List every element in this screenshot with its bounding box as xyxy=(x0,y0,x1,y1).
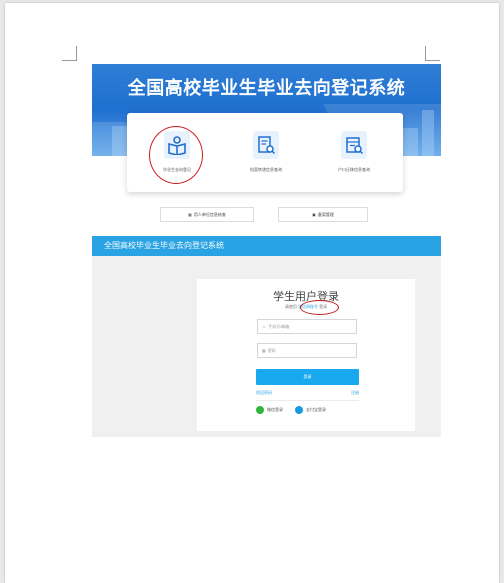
service-archive-query[interactable]: 档案转递信息查询 xyxy=(226,131,306,173)
archive-icon: ▣ xyxy=(312,212,316,217)
hero-title: 全国高校毕业生毕业去向登记系统 xyxy=(127,78,406,98)
divider xyxy=(256,400,359,401)
service-label: 户口迁移信息查询 xyxy=(338,167,370,172)
annotation-oval xyxy=(300,300,339,315)
mini-button-label: 用人单位信息核查 xyxy=(193,211,226,217)
alipay-login-button[interactable]: 支付宝登录 xyxy=(295,406,326,414)
mini-button-label: 备案管理 xyxy=(317,211,334,217)
username-field[interactable]: ☺ 手机号/邮箱 xyxy=(257,319,357,334)
wechat-icon xyxy=(256,406,264,414)
username-placeholder: 手机号/邮箱 xyxy=(268,323,290,329)
lock-icon: ▩ xyxy=(262,348,266,353)
alipay-icon xyxy=(295,406,303,414)
building-icon: ▦ xyxy=(188,212,192,217)
annotation-circle xyxy=(149,126,203,184)
login-subtitle-prefix: 请使用 xyxy=(284,304,297,309)
login-button[interactable]: 登录 xyxy=(256,369,359,385)
password-placeholder: 密码 xyxy=(267,347,276,353)
document-search-icon xyxy=(253,131,279,159)
filing-management-button[interactable]: ▣ 备案管理 xyxy=(278,207,368,222)
crop-mark-top-left xyxy=(62,46,77,61)
wechat-label: 微信登录 xyxy=(267,407,283,412)
banner-building xyxy=(422,110,434,156)
employer-info-check-button[interactable]: ▦ 用人单位信息核查 xyxy=(160,207,254,222)
system-title-bar: 全国高校毕业生毕业去向登记系统 xyxy=(92,236,441,256)
register-search-icon xyxy=(341,131,367,159)
crop-mark-top-right xyxy=(425,46,440,61)
forgot-password-link[interactable]: 找回密码 xyxy=(256,390,272,396)
alipay-label: 支付宝登录 xyxy=(306,407,326,412)
password-field[interactable]: ▩ 密码 xyxy=(257,343,357,358)
service-label: 档案转递信息查询 xyxy=(250,167,282,172)
user-icon: ☺ xyxy=(262,324,267,329)
service-hukou-query[interactable]: 户口迁移信息查询 xyxy=(314,131,394,173)
register-link[interactable]: 注册 xyxy=(351,390,359,396)
wechat-login-button[interactable]: 微信登录 xyxy=(256,406,283,414)
